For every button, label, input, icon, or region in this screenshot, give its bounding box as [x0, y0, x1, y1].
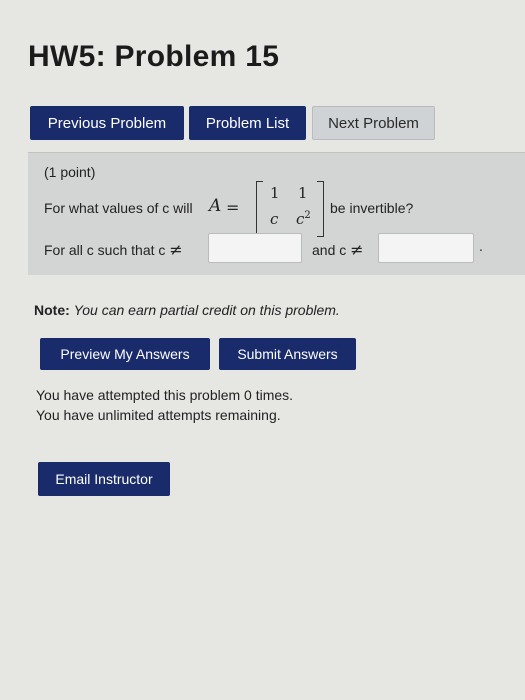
- problem-list-button[interactable]: Problem List: [189, 106, 306, 140]
- answer-input-2[interactable]: [378, 233, 474, 263]
- not-equal-symbol: ≠: [169, 240, 183, 259]
- attempts-status: You have attempted this problem 0 times.: [36, 387, 294, 403]
- and-prompt: and c ≠: [312, 240, 364, 259]
- preview-answers-button[interactable]: Preview My Answers: [40, 338, 210, 370]
- answer-prompt-label: For all c such that c: [44, 242, 166, 258]
- note-text: You can earn partial credit on this prob…: [73, 302, 340, 318]
- point-value: (1 point): [44, 164, 96, 180]
- matrix-cell: c2: [296, 210, 311, 228]
- matrix-cell: 1: [270, 184, 280, 202]
- question-suffix: be invertible?: [330, 200, 414, 216]
- period: .: [479, 238, 483, 254]
- submit-answers-button[interactable]: Submit Answers: [219, 338, 356, 370]
- and-label: and c: [312, 242, 347, 258]
- page: HW5: Problem 15 Previous Problem Problem…: [0, 0, 525, 700]
- question-text: For what values of c will: [44, 200, 193, 216]
- matrix-cell: 1: [298, 184, 308, 202]
- matrix-variable: A: [209, 196, 222, 216]
- next-problem-button[interactable]: Next Problem: [312, 106, 435, 140]
- answer-prompt: For all c such that c ≠: [44, 240, 183, 259]
- page-title: HW5: Problem 15: [28, 40, 280, 73]
- not-equal-symbol-2: ≠: [350, 240, 364, 259]
- matrix: 1 1 c c2: [254, 181, 326, 237]
- previous-problem-button[interactable]: Previous Problem: [30, 106, 184, 140]
- matrix-cell-exponent: 2: [304, 210, 311, 221]
- note-label: Note:: [34, 302, 70, 318]
- email-instructor-button[interactable]: Email Instructor: [38, 462, 170, 496]
- matrix-cell: c: [270, 210, 279, 228]
- matrix-left-bracket: [256, 181, 263, 237]
- answer-input-1[interactable]: [208, 233, 302, 263]
- note: Note: You can earn partial credit on thi…: [34, 302, 340, 318]
- matrix-right-bracket: [317, 181, 324, 237]
- equals-sign: =: [226, 198, 240, 217]
- remaining-status: You have unlimited attempts remaining.: [36, 407, 281, 423]
